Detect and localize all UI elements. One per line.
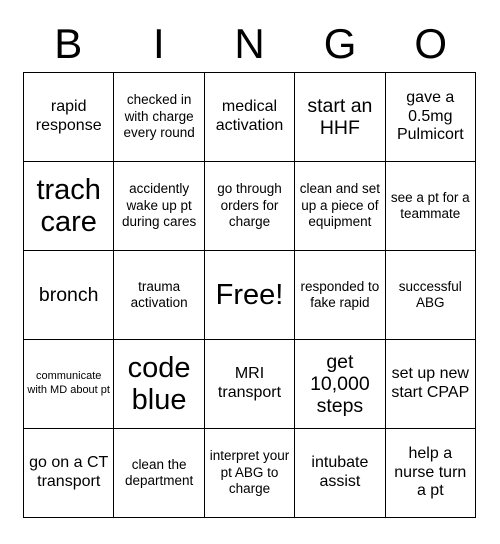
header-letter-n: N xyxy=(234,20,265,67)
bingo-cell-label: checked in with charge every round xyxy=(123,92,195,141)
bingo-cell-label: responded to fake rapid xyxy=(300,278,380,310)
bingo-cell[interactable]: trauma activation xyxy=(114,251,205,340)
bingo-cell-label: get 10,000 steps xyxy=(310,350,370,418)
bingo-cell[interactable]: medical activation xyxy=(204,73,296,162)
bingo-cell-label: set up new start CPAP xyxy=(391,365,470,401)
bingo-card: B I N G O rapid response checked in with … xyxy=(0,0,500,544)
bingo-cell-label: code blue xyxy=(127,351,191,416)
bingo-cell[interactable]: help a nurse turn a pt xyxy=(385,429,476,518)
bingo-cell-label: gave a 0.5mg Pulmicort xyxy=(396,88,464,144)
bingo-cell[interactable]: intubate assist xyxy=(295,429,386,518)
bingo-cell[interactable]: communicate with MD about pt xyxy=(24,340,115,429)
bingo-cell[interactable]: clean and set up a piece of equipment xyxy=(295,162,386,251)
bingo-cell-label: go through orders for charge xyxy=(217,181,282,230)
bingo-cell-label: go on a CT transport xyxy=(29,454,109,490)
header-letter-g: G xyxy=(323,20,357,67)
bingo-grid: rapid response checked in with charge eve… xyxy=(23,72,476,518)
bingo-cell-label: bronch xyxy=(38,283,99,306)
header-letter-i: I xyxy=(153,20,165,67)
bingo-cell-label: interpret your pt ABG to charge xyxy=(209,448,290,497)
bingo-cell[interactable]: responded to fake rapid xyxy=(295,251,386,340)
bingo-cell[interactable]: bronch xyxy=(24,251,115,340)
bingo-header: B I N G O xyxy=(23,16,476,72)
bingo-cell-label: successful ABG xyxy=(398,278,462,310)
bingo-cell[interactable]: Free! xyxy=(204,251,296,340)
bingo-cell-label: rapid response xyxy=(35,98,102,134)
bingo-cell[interactable]: start an HHF xyxy=(295,73,386,162)
bingo-cell[interactable]: go on a CT transport xyxy=(24,429,115,518)
bingo-cell[interactable]: checked in with charge every round xyxy=(114,73,205,162)
header-letter-o: O xyxy=(414,20,448,67)
bingo-cell-label: MRI transport xyxy=(217,365,282,401)
bingo-cell[interactable]: set up new start CPAP xyxy=(385,340,476,429)
bingo-cell[interactable]: successful ABG xyxy=(385,251,476,340)
bingo-cell-label: accidently wake up pt during cares xyxy=(121,181,197,230)
bingo-cell[interactable]: rapid response xyxy=(24,73,115,162)
bingo-cell-label: help a nurse turn a pt xyxy=(394,444,467,500)
bingo-cell-label: medical activation xyxy=(215,98,284,134)
bingo-cell[interactable]: get 10,000 steps xyxy=(295,340,386,429)
bingo-cell-label: communicate with MD about pt xyxy=(27,370,110,396)
bingo-cell-label: clean the department xyxy=(124,456,194,488)
bingo-cell[interactable]: trach care xyxy=(24,162,115,251)
bingo-cell[interactable]: see a pt for a teammate xyxy=(385,162,476,251)
bingo-cell-label: see a pt for a teammate xyxy=(390,189,470,221)
bingo-cell-label: clean and set up a piece of equipment xyxy=(299,181,381,230)
bingo-cell-label: start an HHF xyxy=(307,94,373,139)
bingo-cell-label: intubate assist xyxy=(311,454,369,490)
bingo-cell[interactable]: go through orders for charge xyxy=(204,162,296,251)
bingo-cell[interactable]: code blue xyxy=(114,340,205,429)
bingo-cell[interactable]: gave a 0.5mg Pulmicort xyxy=(385,73,476,162)
header-letter-b: B xyxy=(54,20,83,67)
bingo-cell[interactable]: interpret your pt ABG to charge xyxy=(204,429,296,518)
bingo-cell-label: trauma activation xyxy=(130,278,188,310)
bingo-cell-label: trach care xyxy=(36,173,101,238)
bingo-cell[interactable]: MRI transport xyxy=(204,340,296,429)
bingo-cell[interactable]: clean the department xyxy=(114,429,205,518)
bingo-cell-label: Free! xyxy=(215,278,284,311)
bingo-cell[interactable]: accidently wake up pt during cares xyxy=(114,162,205,251)
